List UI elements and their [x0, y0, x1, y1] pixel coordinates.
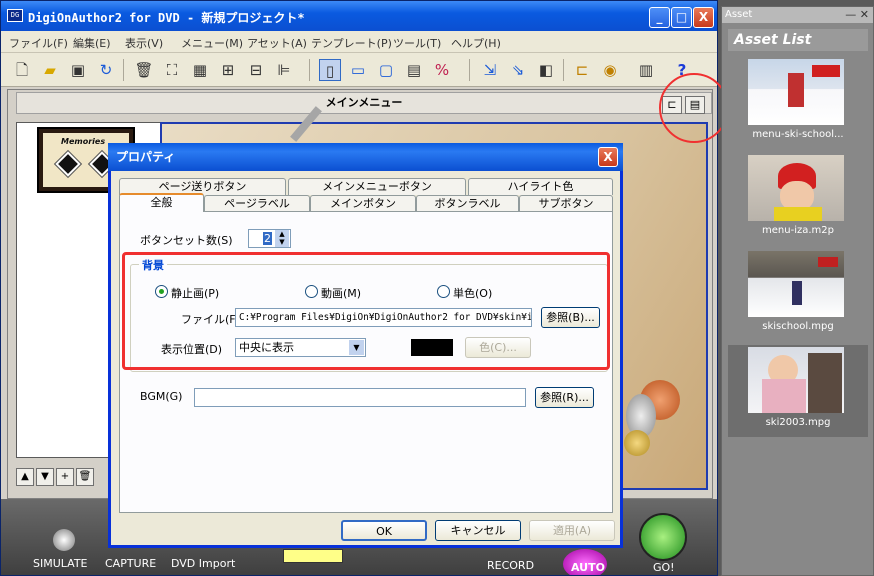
menu-asset[interactable]: アセット(A)	[247, 35, 307, 51]
capture-button[interactable]: CAPTURE	[105, 557, 156, 570]
settings-icon[interactable]: ▥	[635, 59, 657, 81]
export-icon[interactable]: ↻	[95, 59, 117, 81]
go-button[interactable]: GO!	[653, 561, 675, 574]
asset-list-header: Asset List	[728, 29, 868, 51]
grid-icon[interactable]: ▦	[189, 59, 211, 81]
bgm-input[interactable]	[194, 388, 526, 407]
tab-page-label[interactable]: ページラベル	[204, 195, 310, 212]
record-button[interactable]: RECORD	[487, 559, 534, 572]
annotation-circle	[659, 73, 729, 143]
dvd-import-button[interactable]: DVD Import	[171, 557, 235, 570]
asset-thumbnail	[748, 59, 844, 125]
thumbnail-title: Memories	[61, 137, 106, 146]
tab-main-button[interactable]: メインボタン	[310, 195, 416, 212]
simulate-knob[interactable]	[53, 529, 75, 551]
fit-icon[interactable]: ⛶	[161, 59, 183, 81]
maximize-button[interactable]: □	[671, 7, 692, 28]
view-preview-icon[interactable]: ▢	[375, 59, 397, 81]
asset-thumbnail	[748, 251, 844, 317]
bgm-browse-button[interactable]: 参照(R)...	[535, 387, 594, 408]
dialog-title-bar[interactable]: プロパティ X	[108, 143, 623, 171]
asset-name: menu-iza.m2p	[762, 225, 834, 236]
new-icon[interactable]: 🗋	[11, 59, 33, 81]
move-down-icon[interactable]: ▼	[36, 468, 54, 486]
menu-help[interactable]: ヘルプ(H)	[451, 35, 501, 51]
zoom-icon[interactable]: %	[431, 59, 453, 81]
annotation-highlight	[122, 252, 610, 370]
auto-button[interactable]: AUTO	[571, 561, 605, 574]
trash-icon[interactable]: 🗑	[76, 468, 94, 486]
asset-caption-text: Asset	[725, 9, 753, 20]
view-single-icon[interactable]: ▯	[319, 59, 341, 81]
view-menu-icon[interactable]: ▭	[347, 59, 369, 81]
asset-item[interactable]: menu-iza.m2p	[728, 153, 868, 245]
menu-file[interactable]: ファイル(F)	[9, 35, 68, 51]
dialog-title: プロパティ	[116, 150, 176, 164]
menu-header-title: メインメニュー	[325, 96, 403, 109]
apply-button[interactable]: 適用(A)	[529, 520, 615, 541]
asset-name: skischool.mpg	[762, 321, 834, 332]
tab-general[interactable]: 全般	[119, 193, 204, 212]
move-up-icon[interactable]: ▲	[16, 468, 34, 486]
menu-tools[interactable]: ツール(T)	[393, 35, 441, 51]
link-icon[interactable]: ⇲	[479, 59, 501, 81]
dialog-close-button[interactable]: X	[598, 147, 618, 167]
app-icon: DG	[7, 9, 23, 22]
ok-button[interactable]: OK	[341, 520, 427, 541]
menu-view[interactable]: 表示(V)	[125, 35, 163, 51]
menu-menu[interactable]: メニュー(M)	[181, 35, 243, 51]
title-bar[interactable]: DG DigiOnAuthor2 for DVD - 新規プロジェクト* _ □…	[1, 1, 717, 31]
asset-item-selected[interactable]: ski2003.mpg	[728, 345, 868, 437]
save-icon[interactable]: ▣	[67, 59, 89, 81]
menu-header: メインメニュー	[16, 92, 712, 114]
asset-item[interactable]: skischool.mpg	[728, 249, 868, 341]
tab-button-label[interactable]: ボタンラベル	[416, 195, 519, 212]
view-grid-icon[interactable]: ▤	[403, 59, 425, 81]
asset-panel-caption: Asset — ✕	[722, 7, 873, 23]
cancel-button[interactable]: キャンセル	[435, 520, 521, 541]
asset-thumbnail	[748, 155, 844, 221]
render-icon[interactable]: ⊏	[571, 59, 593, 81]
open-icon[interactable]: ▰	[39, 59, 61, 81]
window-title: DigiOnAuthor2 for DVD - 新規プロジェクト*	[28, 11, 305, 25]
menu-template[interactable]: テンプレート(P)	[311, 35, 392, 51]
button-set-label: ボタンセット数(S)	[140, 234, 233, 247]
menu-bar: ファイル(F) 編集(E) 表示(V) メニュー(M) アセット(A) テンプレ…	[1, 31, 717, 53]
asset-name: menu-ski-school...	[752, 129, 844, 140]
asset-name: ski2003.mpg	[765, 417, 831, 428]
asset-item[interactable]: menu-ski-school...	[728, 57, 868, 149]
bgm-label: BGM(G)	[140, 390, 183, 403]
tab-highlight-color[interactable]: ハイライト色	[468, 178, 613, 195]
button-set-stepper[interactable]: 2 ▲ ▼	[248, 229, 291, 248]
group-icon[interactable]: ⊞	[217, 59, 239, 81]
asset-thumbnail	[748, 347, 844, 413]
align-icon[interactable]: ⊫	[273, 59, 295, 81]
menu-edit[interactable]: 編集(E)	[73, 35, 111, 51]
navigate-icon[interactable]: ⇘	[507, 59, 529, 81]
spinner-arrows-icon[interactable]: ▲ ▼	[275, 230, 289, 247]
minimize-button[interactable]: _	[649, 7, 670, 28]
button-set-value: 2	[263, 232, 272, 245]
add-icon[interactable]: +	[56, 468, 74, 486]
toolbar: 🗋 ▰ ▣ ↻ 🗑 ⛶ ▦ ⊞ ⊟ ⊫ ▯ ▭ ▢ ▤ % ⇲ ⇘ ◧ ⊏ ◉ …	[1, 53, 717, 87]
tab-main-menu-button[interactable]: メインメニューボタン	[288, 178, 466, 195]
simulate-button[interactable]: SIMULATE	[33, 557, 88, 570]
layer-icon[interactable]: ◧	[535, 59, 557, 81]
go-knob[interactable]	[639, 513, 687, 561]
asset-panel-buttons[interactable]: — ✕	[845, 7, 869, 22]
disc-icon[interactable]: ◉	[599, 59, 621, 81]
delete-icon[interactable]: 🗑	[133, 59, 155, 81]
ungroup-icon[interactable]: ⊟	[245, 59, 267, 81]
close-button[interactable]: X	[693, 7, 714, 28]
tab-sub-button[interactable]: サブボタン	[519, 195, 613, 212]
asset-panel: Asset — ✕ Asset List menu-ski-school... …	[721, 6, 874, 576]
